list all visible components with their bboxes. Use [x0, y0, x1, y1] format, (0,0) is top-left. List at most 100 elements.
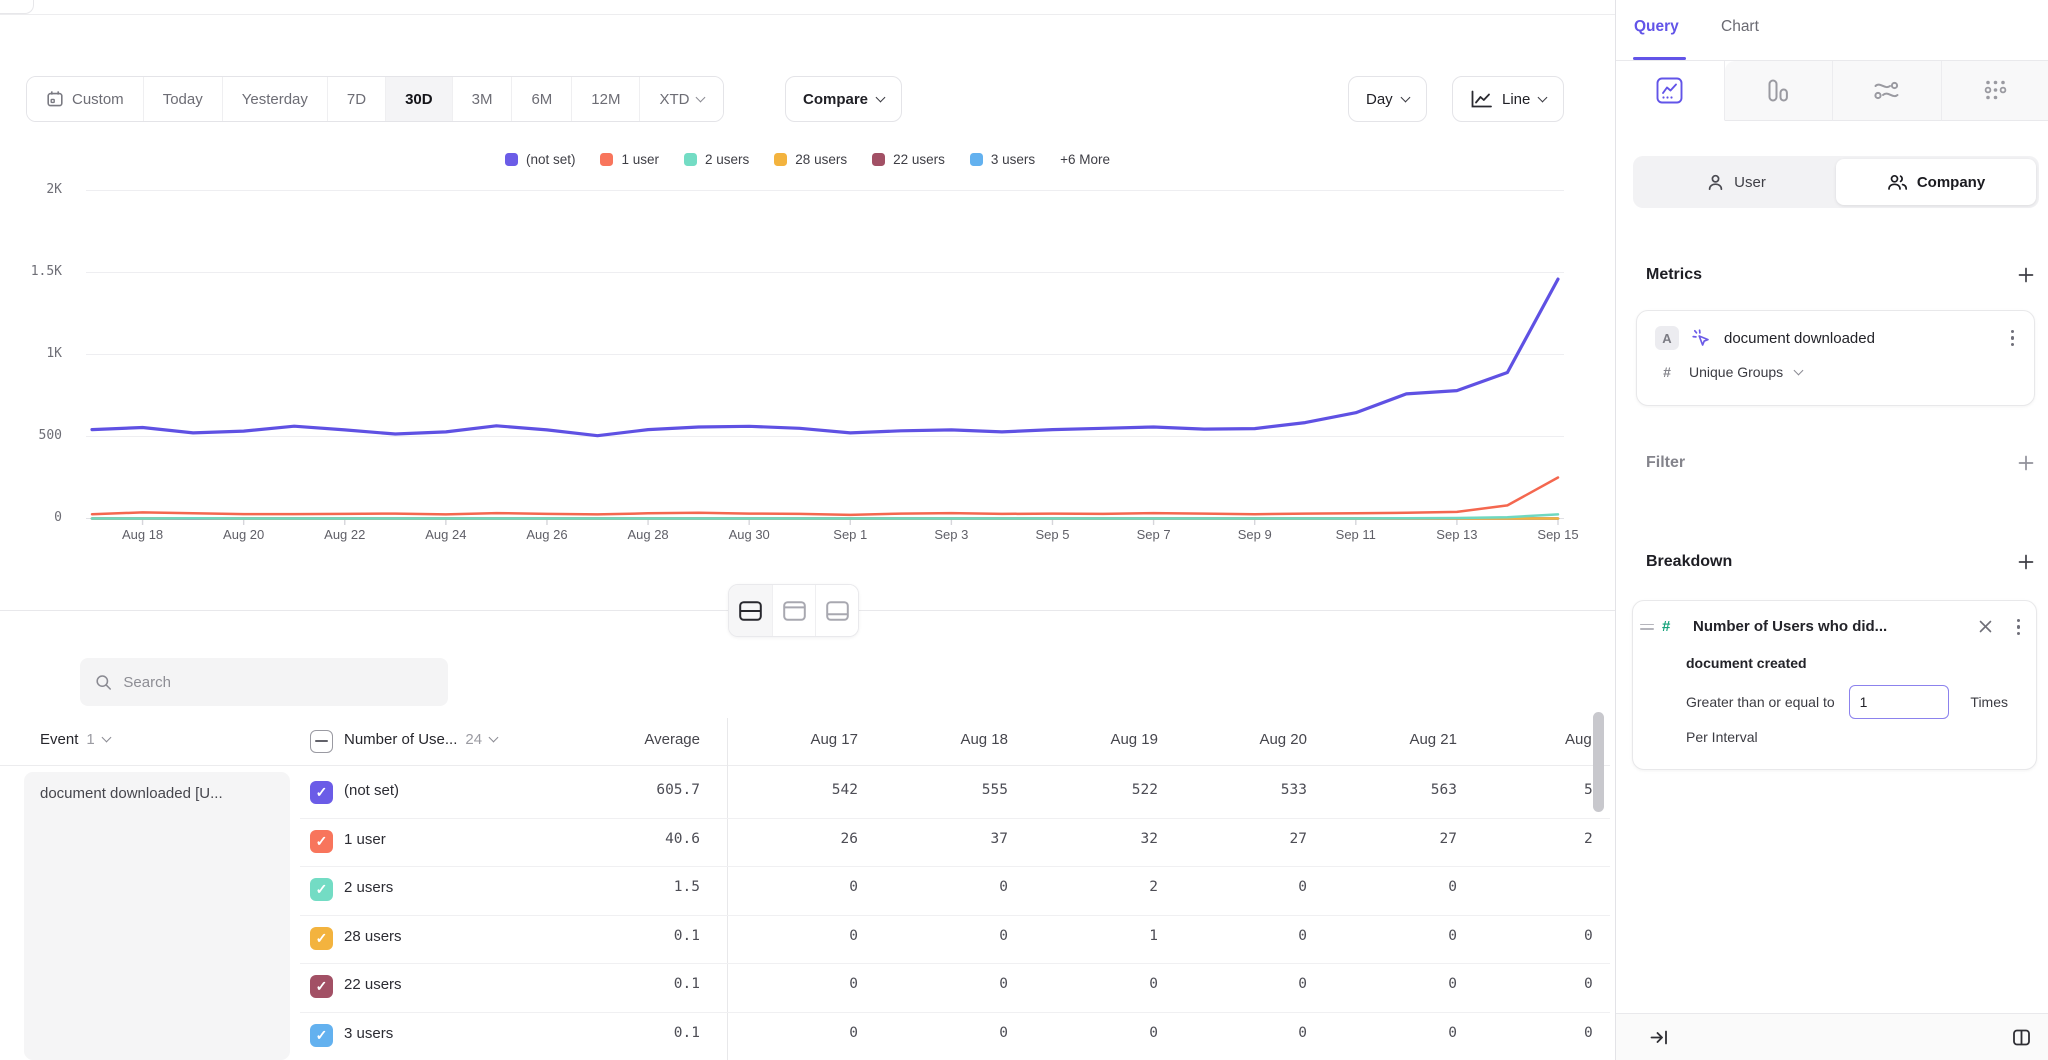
legend-item[interactable]: 22 users — [872, 152, 945, 167]
series-value: 563 — [1317, 782, 1457, 798]
chart-type-bar-chart-button[interactable] — [1725, 61, 1833, 121]
vertical-scrollbar[interactable] — [1593, 712, 1604, 812]
scope-company-option[interactable]: Company — [1836, 159, 2036, 205]
series-average: 40.6 — [560, 831, 700, 847]
legend-more[interactable]: +6 More — [1060, 152, 1110, 167]
active-tab-underline — [1633, 57, 1686, 60]
tab-query[interactable]: Query — [1634, 18, 1679, 36]
add-metric-button[interactable] — [2018, 267, 2034, 283]
search-icon — [95, 673, 112, 692]
date-range-6m[interactable]: 6M — [511, 77, 571, 121]
filter-heading: Filter — [1646, 454, 1685, 472]
chart-type-line-chart-button[interactable] — [1616, 61, 1725, 121]
metrics-section-header: Metrics — [1646, 261, 2034, 289]
add-filter-button[interactable] — [2018, 455, 2034, 471]
chart-type-dots-grid-button[interactable] — [1941, 61, 2048, 121]
series-checkbox[interactable]: ✓ — [310, 830, 333, 853]
app: Custom Today Yesterday 7D 30D 3M 6M 12M … — [0, 0, 2048, 1060]
y-axis-tick-label: 1K — [0, 346, 62, 361]
series-value: 0 — [718, 928, 858, 944]
scope-user-option[interactable]: User — [1636, 159, 1836, 205]
drag-handle-icon[interactable] — [1640, 621, 1654, 633]
search-input[interactable] — [123, 674, 433, 691]
layout-table-only-button[interactable] — [815, 585, 858, 636]
legend-swatch — [600, 153, 613, 166]
x-axis-tick-label: Aug 24 — [425, 527, 466, 542]
x-axis-tick-label: Aug 30 — [729, 527, 770, 542]
chart-type-stream-button[interactable] — [1832, 61, 1941, 121]
chevron-down-icon — [1400, 92, 1410, 102]
row-divider — [300, 818, 1610, 819]
metric-card[interactable]: A document downloaded # Unique Groups — [1636, 310, 2035, 406]
condition-label: Greater than or equal to — [1686, 694, 1835, 710]
metric-measure-dropdown[interactable]: # Unique Groups — [1655, 364, 2016, 380]
event-column-header[interactable]: Event 1 — [40, 731, 110, 748]
series-value: 0 — [718, 976, 858, 992]
date-range-yesterday[interactable]: Yesterday — [222, 77, 327, 121]
users-icon — [1887, 173, 1908, 192]
close-icon — [1978, 619, 1993, 634]
series-value: 0 — [1018, 1025, 1158, 1041]
filter-section-header: Filter — [1646, 449, 2034, 477]
series-label: 28 users — [344, 928, 402, 945]
series-checkbox[interactable]: ✓ — [310, 1024, 333, 1047]
date-range-custom[interactable]: Custom — [27, 77, 143, 121]
metric-menu-button[interactable] — [2009, 326, 2017, 350]
breakdown-menu-button[interactable] — [2015, 615, 2023, 639]
add-breakdown-button[interactable] — [2018, 554, 2034, 570]
granularity-button[interactable]: Day — [1348, 76, 1427, 122]
legend-item[interactable]: 2 users — [684, 152, 749, 167]
legend-item[interactable]: 28 users — [774, 152, 847, 167]
series-checkbox[interactable]: ✓ — [310, 781, 333, 804]
legend-item[interactable]: (not set) — [505, 152, 576, 167]
x-axis-tick-label: Sep 11 — [1336, 527, 1376, 542]
collapse-panel-button[interactable] — [1649, 1027, 1670, 1048]
chevron-down-icon — [876, 92, 886, 102]
layout-split-horizontal-button[interactable] — [729, 585, 772, 636]
select-all-checkbox[interactable] — [310, 730, 333, 753]
layout-chart-only-button[interactable] — [772, 585, 815, 636]
top-divider — [0, 14, 1615, 15]
series-checkbox[interactable]: ✓ — [310, 927, 333, 950]
metrics-heading: Metrics — [1646, 266, 1702, 284]
x-axis-tick-label: Aug 28 — [627, 527, 668, 542]
legend-swatch — [872, 153, 885, 166]
legend-item[interactable]: 3 users — [970, 152, 1035, 167]
breakdown-event-name: document created — [1686, 655, 2022, 671]
side-panel-layout-button[interactable] — [2012, 1028, 2031, 1047]
tab-chart[interactable]: Chart — [1721, 18, 1759, 36]
series-checkbox[interactable]: ✓ — [310, 878, 333, 901]
legend-item[interactable]: 1 user — [600, 152, 659, 167]
date-range-30d[interactable]: 30D — [385, 77, 452, 121]
bar-chart-icon — [1766, 78, 1791, 103]
breakdown-card[interactable]: # Number of Users who did... document cr… — [1632, 600, 2037, 770]
top-left-tab — [0, 0, 34, 14]
chevron-down-icon — [696, 92, 706, 102]
layout-toggle-group — [728, 584, 859, 637]
legend-swatch — [970, 153, 983, 166]
series-checkbox[interactable]: ✓ — [310, 975, 333, 998]
y-axis-tick-label: 500 — [0, 428, 62, 443]
date-range-today[interactable]: Today — [143, 77, 222, 121]
remove-breakdown-button[interactable] — [1978, 619, 1993, 634]
date-range-12m[interactable]: 12M — [571, 77, 639, 121]
chart-type-button[interactable]: Line — [1452, 76, 1564, 122]
y-axis-tick-label: 0 — [0, 510, 62, 525]
metric-badge: A — [1655, 326, 1679, 350]
chart-legend: (not set) 1 user 2 users 28 users 22 use… — [0, 152, 1615, 167]
calendar-icon — [46, 90, 64, 108]
x-axis-tick-label: Sep 1 — [833, 527, 867, 542]
compare-button[interactable]: Compare — [785, 76, 902, 122]
series-average: 0.1 — [560, 1025, 700, 1041]
condition-value-input[interactable] — [1849, 685, 1949, 719]
date-range-3m[interactable]: 3M — [452, 77, 512, 121]
series-line — [92, 478, 1558, 515]
series-label: 1 user — [344, 831, 386, 848]
date-range-xtd[interactable]: XTD — [639, 77, 723, 121]
series-value: 542 — [718, 782, 858, 798]
series-value: 522 — [1018, 782, 1158, 798]
table-body: ✓(not set)605.754255552253356353✓1 user4… — [0, 769, 1615, 1060]
date-range-7d[interactable]: 7D — [327, 77, 385, 121]
y-axis-tick-label: 2K — [0, 182, 62, 197]
group-column-header[interactable]: Number of Use... 24 — [344, 731, 497, 748]
